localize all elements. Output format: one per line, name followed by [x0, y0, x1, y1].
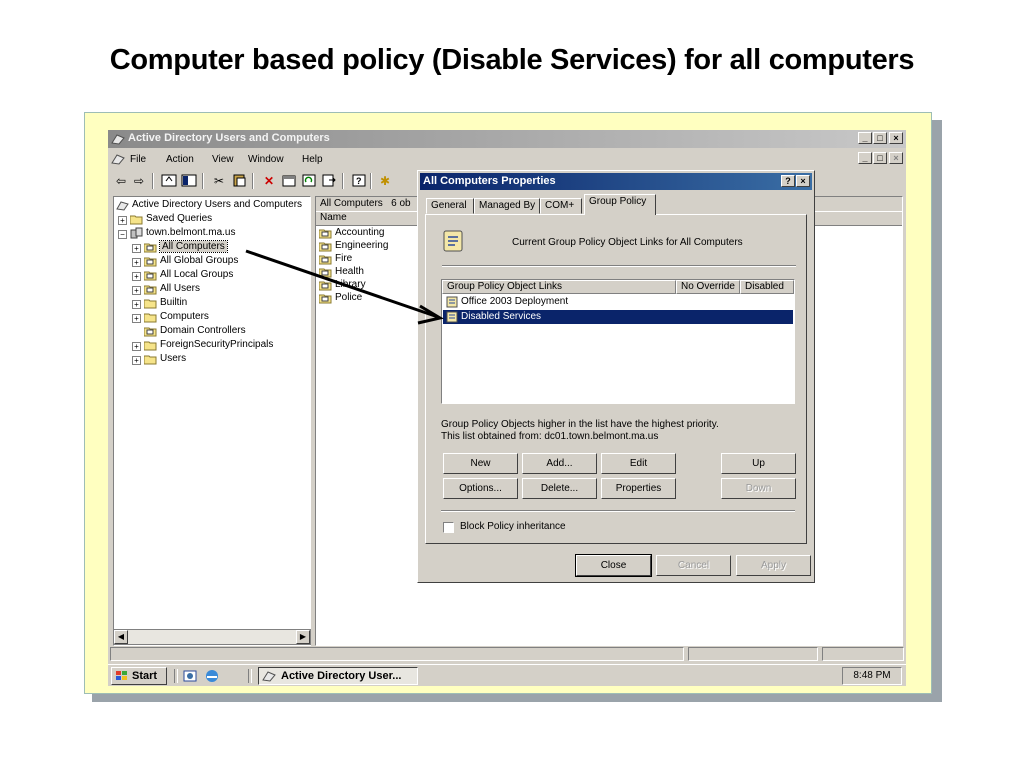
status-bar: [108, 645, 906, 661]
screenshot: Active Directory Users and Computers _ □…: [108, 130, 906, 686]
status-cell: [688, 647, 818, 661]
aduc-task-icon: [262, 670, 276, 684]
windows-logo-icon: [115, 670, 129, 685]
internet-explorer-icon[interactable]: [204, 668, 220, 686]
clock[interactable]: 8:48 PM: [842, 667, 902, 685]
taskbar-separator: [248, 669, 252, 683]
start-button[interactable]: Start: [111, 667, 167, 685]
status-cell: [110, 647, 684, 661]
quicklaunch-separator: [174, 669, 178, 683]
tab-group-policy[interactable]: Group Policy: [584, 194, 656, 215]
slide-title: Computer based policy (Disable Services)…: [109, 44, 915, 76]
show-desktop-icon[interactable]: [182, 668, 198, 686]
annotation-arrow: [245, 249, 444, 325]
taskbar-item-aduc[interactable]: Active Directory User...: [258, 667, 418, 685]
taskbar: Start Active Directory User... 8:48 PM: [108, 664, 906, 686]
status-cell: [822, 647, 904, 661]
